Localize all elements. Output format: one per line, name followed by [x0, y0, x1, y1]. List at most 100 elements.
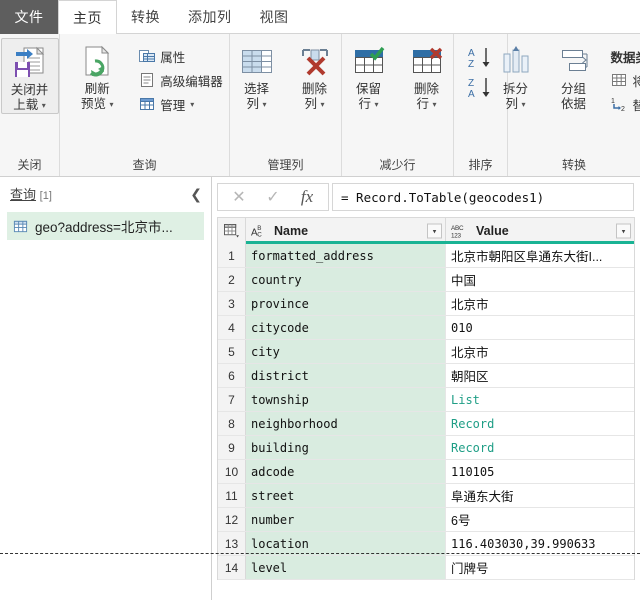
cell-value[interactable]: 6号 [446, 508, 634, 531]
table-row[interactable]: 4 citycode 010 [218, 316, 634, 340]
cell-value[interactable]: 朝阳区 [446, 364, 634, 387]
split-column-button[interactable]: 拆分 列 ▾ [487, 38, 545, 112]
cell-name[interactable]: citycode [246, 316, 446, 339]
chevron-down-icon[interactable]: ▾ [320, 97, 324, 112]
cell-value[interactable]: 116.403030,39.990633 [446, 532, 634, 555]
insert-function-icon[interactable]: fx [290, 184, 324, 210]
tab-file[interactable]: 文件 [0, 0, 58, 34]
table-row[interactable]: 8 neighborhood Record [218, 412, 634, 436]
table-row[interactable]: 7 township List [218, 388, 634, 412]
cell-value-link[interactable]: Record [446, 412, 634, 435]
svg-text:C: C [257, 231, 262, 238]
row-number: 10 [218, 460, 246, 483]
chevron-down-icon[interactable]: ▾ [432, 97, 436, 112]
table-row[interactable]: 5 city 北京市 [218, 340, 634, 364]
formula-cancel-button[interactable]: ✕ [222, 184, 256, 210]
cell-value-link[interactable]: Record [446, 436, 634, 459]
ribbon-group-manage-columns: 选择 列 ▾ 删除 列 ▾ 管理列 [228, 34, 342, 176]
group-by-label-line2: 依据 [560, 97, 586, 111]
keep-rows-button[interactable]: 保留 行 ▾ [340, 38, 398, 112]
cell-name[interactable]: street [246, 484, 446, 507]
chevron-down-icon[interactable]: ▾ [190, 100, 194, 109]
use-first-row-as-headers-button[interactable]: 将第 [607, 68, 640, 92]
column-header-value[interactable]: ABC 123 Value ▾ [446, 218, 634, 244]
formula-input[interactable]: = Record.ToTable(geocodes1) [332, 183, 634, 211]
table-row[interactable]: 12 number 6号 [218, 508, 634, 532]
cell-name[interactable]: adcode [246, 460, 446, 483]
cell-value[interactable]: 北京市 [446, 340, 634, 363]
manage-button[interactable]: 管理 ▾ [134, 92, 227, 116]
keep-rows-label-text: 行 [358, 97, 371, 111]
cell-name[interactable]: district [246, 364, 446, 387]
column-filter-dropdown-value[interactable]: ▾ [616, 223, 631, 239]
query-list-item[interactable]: geo?address=北京市... [7, 212, 204, 240]
select-all-columns-button[interactable] [218, 218, 246, 244]
row-number: 5 [218, 340, 246, 363]
advanced-editor-button[interactable]: 高级编辑器 [134, 68, 227, 92]
cell-name[interactable]: country [246, 268, 446, 291]
cell-value[interactable]: 阜通东大街 [446, 484, 634, 507]
choose-columns-label-text: 列 [246, 97, 259, 111]
queries-pane-title: 查询 [1] [10, 184, 52, 203]
properties-button[interactable]: 属性 [134, 44, 227, 68]
table-row[interactable]: 14 level 门牌号 [218, 556, 634, 580]
queries-pane: 查询 [1] ❮ geo?address=北京市... [0, 177, 212, 600]
chevron-down-icon[interactable]: ▾ [42, 98, 46, 113]
column-filter-dropdown-name[interactable]: ▾ [427, 223, 442, 239]
tab-view[interactable]: 视图 [246, 0, 303, 33]
keep-rows-label-line1: 保留 [355, 82, 381, 96]
cell-value-link[interactable]: List [446, 388, 634, 411]
cell-value[interactable]: 110105 [446, 460, 634, 483]
chevron-down-icon[interactable]: ▾ [262, 97, 266, 112]
cell-value[interactable]: 门牌号 [446, 556, 634, 579]
tab-transform[interactable]: 转换 [117, 0, 174, 33]
cell-name[interactable]: location [246, 532, 446, 555]
data-type-button[interactable]: 数据类 [607, 44, 640, 68]
table-row[interactable]: 13 location 116.403030,39.990633 [218, 532, 634, 556]
cell-value[interactable]: 北京市 [446, 292, 634, 315]
row-number: 2 [218, 268, 246, 291]
chevron-down-icon[interactable]: ▾ [109, 97, 113, 112]
ribbon-group-transform: 拆分 列 ▾ 分组 依据 数据 1 2 转换 [503, 34, 640, 176]
table-row[interactable]: 3 province 北京市 [218, 292, 634, 316]
row-number: 13 [218, 532, 246, 555]
cell-name[interactable]: building [246, 436, 446, 459]
group-by-button[interactable]: 分组 依据 [545, 38, 603, 112]
close-and-load-label-line1: 关闭并 [10, 83, 49, 97]
cell-value[interactable]: 北京市朝阳区阜通东大街I... [446, 244, 634, 267]
queries-title-text: 查询 [10, 187, 37, 202]
close-and-load-button[interactable]: 关闭并 上载 ▾ [0, 38, 59, 115]
table-row[interactable]: 9 building Record [218, 436, 634, 460]
column-header-name[interactable]: A B C Name ▾ [246, 218, 446, 244]
table-row[interactable]: 11 street 阜通东大街 [218, 484, 634, 508]
chevron-down-icon[interactable]: ▾ [374, 97, 378, 112]
cell-name[interactable]: township [246, 388, 446, 411]
choose-columns-button[interactable]: 选择 列 ▾ [228, 38, 286, 112]
replace-values-button[interactable]: 1 2 替换 [607, 92, 640, 116]
table-row[interactable]: 1 formatted_address 北京市朝阳区阜通东大街I... [218, 244, 634, 268]
ribbon-tab-strip: 文件 主页 转换 添加列 视图 [0, 0, 640, 35]
table-row[interactable]: 2 country 中国 [218, 268, 634, 292]
cell-value[interactable]: 010 [446, 316, 634, 339]
tab-home[interactable]: 主页 [58, 0, 117, 35]
row-number: 12 [218, 508, 246, 531]
cell-name[interactable]: province [246, 292, 446, 315]
table-row[interactable]: 6 district 朝阳区 [218, 364, 634, 388]
tab-add-column[interactable]: 添加列 [174, 0, 246, 33]
formula-commit-button[interactable]: ✓ [256, 184, 290, 210]
table-row[interactable]: 10 adcode 110105 [218, 460, 634, 484]
remove-rows-label-text: 行 [416, 97, 429, 111]
cell-name[interactable]: level [246, 556, 446, 579]
refresh-preview-button[interactable]: 刷新 预览 ▾ [68, 38, 126, 112]
cell-name[interactable]: neighborhood [246, 412, 446, 435]
chevron-down-icon[interactable]: ▾ [521, 97, 525, 112]
svg-text:Z: Z [468, 59, 474, 70]
properties-icon [138, 48, 155, 65]
cell-name[interactable]: formatted_address [246, 244, 446, 267]
cell-name[interactable]: city [246, 340, 446, 363]
cell-value[interactable]: 中国 [446, 268, 634, 291]
remove-rows-button[interactable]: 删除 行 ▾ [398, 38, 456, 112]
cell-name[interactable]: number [246, 508, 446, 531]
collapse-pane-chevron-icon[interactable]: ❮ [190, 187, 202, 201]
choose-columns-icon [238, 42, 276, 82]
